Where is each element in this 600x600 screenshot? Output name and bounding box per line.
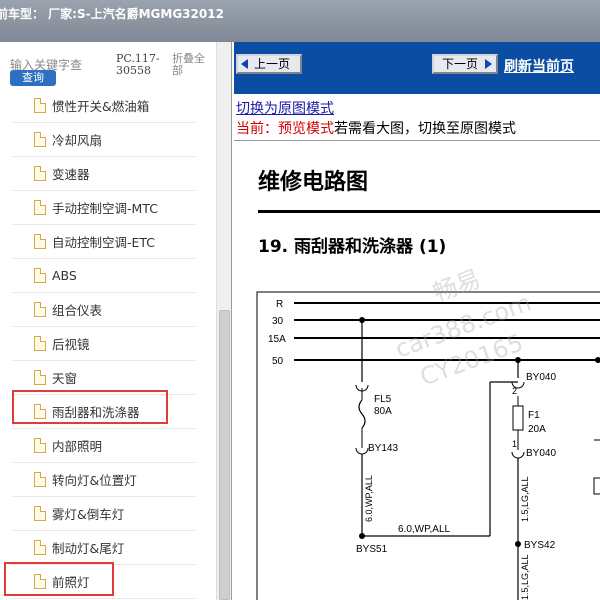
- document-icon: [34, 268, 46, 283]
- document-icon: [34, 370, 46, 385]
- refresh-page-link[interactable]: 刷新当前页: [504, 56, 574, 76]
- left-scrollbar[interactable]: [216, 42, 231, 600]
- tree-item[interactable]: 前照灯: [12, 565, 196, 599]
- fuse-f1-symbol: [512, 405, 524, 431]
- splice-bys42: BYS42: [524, 540, 556, 551]
- arrow-right-icon: [485, 59, 492, 69]
- document-icon: [34, 438, 46, 453]
- wire-label-6wp: 6.0,WP,ALL: [364, 475, 374, 522]
- tree-item[interactable]: 组合仪表: [12, 293, 196, 327]
- document-icon: [34, 200, 46, 215]
- wire-label-6wp-h: 6.0,WP,ALL: [398, 524, 451, 535]
- tree-item-label: 制动灯&尾灯: [52, 541, 125, 556]
- current-hint: 若需看大图，切换至原图模式: [334, 121, 516, 137]
- tree-item[interactable]: 天窗: [12, 361, 196, 395]
- tree-item[interactable]: 雨刮器和洗涤器: [12, 395, 196, 429]
- window-title-bar: 前车型： 厂家:S-上汽名爵MGMG32012: [0, 0, 600, 42]
- tree-item[interactable]: 雾灯&倒车灯: [12, 497, 196, 531]
- tree-item[interactable]: 后视镜: [12, 327, 196, 361]
- document-icon: [34, 336, 46, 351]
- section-title: 19. 雨刮器和洗涤器 (1): [258, 237, 447, 257]
- left-nav-pane: 输入关键字查 查询 PC.117-30558 折叠全部 惯性开关&燃油箱 冷却风…: [0, 42, 232, 600]
- splice-dot: [515, 541, 521, 547]
- document-icon: [34, 302, 46, 317]
- page-nav-bar: 上一页 下一页 刷新当前页: [234, 42, 600, 94]
- document-icon: [34, 166, 46, 181]
- fuse-f1-label: F1: [528, 410, 540, 421]
- tree-item[interactable]: 冷却风扇: [12, 123, 196, 157]
- connector-symbol: [355, 447, 369, 455]
- scrollbar-thumb[interactable]: [219, 310, 230, 600]
- rail-label-50: 50: [272, 356, 284, 367]
- pin-2: 2: [512, 386, 517, 396]
- wiring-diagram: R 30 15A 50 FL5 80A BY143 6.0,WP,ALL BYS…: [256, 291, 600, 600]
- prev-page-button[interactable]: 上一页: [236, 54, 302, 74]
- fuse-fl5-rating: 80A: [374, 406, 392, 417]
- document-icon: [34, 98, 46, 113]
- tree-item[interactable]: 转向灯&位置灯: [12, 463, 196, 497]
- tree-item-label: ABS: [52, 268, 77, 283]
- connector-by143: BY143: [368, 443, 398, 454]
- tree-item[interactable]: 手动控制空调-MTC: [12, 191, 196, 225]
- connector-symbol: [511, 451, 525, 459]
- junction-dot: [595, 357, 600, 363]
- current-mode: 预览模式: [278, 121, 334, 137]
- tree-item-label: 组合仪表: [52, 303, 103, 318]
- tree-item[interactable]: ABS: [12, 259, 196, 293]
- tree-item[interactable]: 自动控制空调-ETC: [12, 225, 196, 259]
- tree-item-label: 雨刮器和洗涤器: [52, 405, 140, 420]
- tree-item[interactable]: 惯性开关&燃油箱: [12, 89, 196, 123]
- document-icon: [34, 506, 46, 521]
- tree-item-label: 后视镜: [52, 337, 90, 352]
- collapse-all-link[interactable]: 折叠全部: [172, 53, 214, 77]
- tree-item-label: 天窗: [52, 371, 78, 386]
- tree-item-label: 手动控制空调-MTC: [52, 201, 158, 216]
- next-page-label: 下一页: [442, 57, 479, 71]
- connector-by040-top: BY040: [526, 372, 556, 383]
- doc-title: 维修电路图: [258, 170, 369, 195]
- tree-item-label: 冷却风扇: [52, 133, 103, 148]
- tree-item-label: 自动控制空调-ETC: [52, 235, 156, 250]
- pin-1: 1: [512, 439, 517, 449]
- splice-bys51: BYS51: [356, 544, 388, 555]
- tree-item[interactable]: 变速器: [12, 157, 196, 191]
- tree-item-label: 变速器: [52, 167, 90, 182]
- rail-label-r: R: [276, 299, 283, 310]
- title-rule: [258, 210, 600, 213]
- wire-label-15lg-b: 1.5,LG,ALL: [520, 554, 530, 600]
- switch-original-mode-link[interactable]: 切换为原图模式: [236, 98, 334, 118]
- document-icon: [34, 540, 46, 555]
- document-icon: [34, 472, 46, 487]
- current-mode-line: 当前：预览模式若需看大图，切换至原图模式: [236, 118, 516, 138]
- document-icon: [34, 132, 46, 147]
- tree-item[interactable]: 内部照明: [12, 429, 196, 463]
- fuse-f1-rating: 20A: [528, 424, 546, 435]
- document-viewer: 上一页 下一页 刷新当前页 切换为原图模式 当前：预览模式若需看大图，切换至原图…: [234, 42, 600, 600]
- query-button[interactable]: 查询: [10, 70, 56, 86]
- fuse-symbol: [358, 399, 366, 429]
- document-icon: [34, 404, 46, 419]
- component-edge: [593, 477, 600, 495]
- wire-label-15lg-a: 1.5,LG,ALL: [520, 476, 530, 522]
- current-label: 当前：: [236, 121, 278, 137]
- prev-page-label: 上一页: [254, 57, 291, 71]
- document-icon: [34, 574, 46, 589]
- tree-item-label: 内部照明: [52, 439, 103, 454]
- tree-item-label: 转向灯&位置灯: [52, 473, 137, 488]
- tree-item-label: 惯性开关&燃油箱: [52, 99, 150, 114]
- fuse-fl5-label: FL5: [374, 394, 392, 405]
- search-bar: 输入关键字查 查询 PC.117-30558 折叠全部: [0, 42, 218, 96]
- rail-label-30: 30: [272, 316, 284, 327]
- document-icon: [34, 234, 46, 249]
- divider: [234, 140, 600, 141]
- rail-label-15a: 15A: [268, 334, 286, 345]
- tree-item-label: 雾灯&倒车灯: [52, 507, 125, 522]
- tree-item-label: 前照灯: [52, 575, 90, 590]
- arrow-left-icon: [241, 59, 248, 69]
- next-page-button[interactable]: 下一页: [432, 54, 498, 74]
- connector-by040-bottom: BY040: [526, 448, 556, 459]
- pc-code-label: PC.117-30558: [116, 52, 160, 77]
- window-title: 前车型： 厂家:S-上汽名爵MGMG32012: [0, 7, 224, 21]
- tree-item[interactable]: 制动灯&尾灯: [12, 531, 196, 565]
